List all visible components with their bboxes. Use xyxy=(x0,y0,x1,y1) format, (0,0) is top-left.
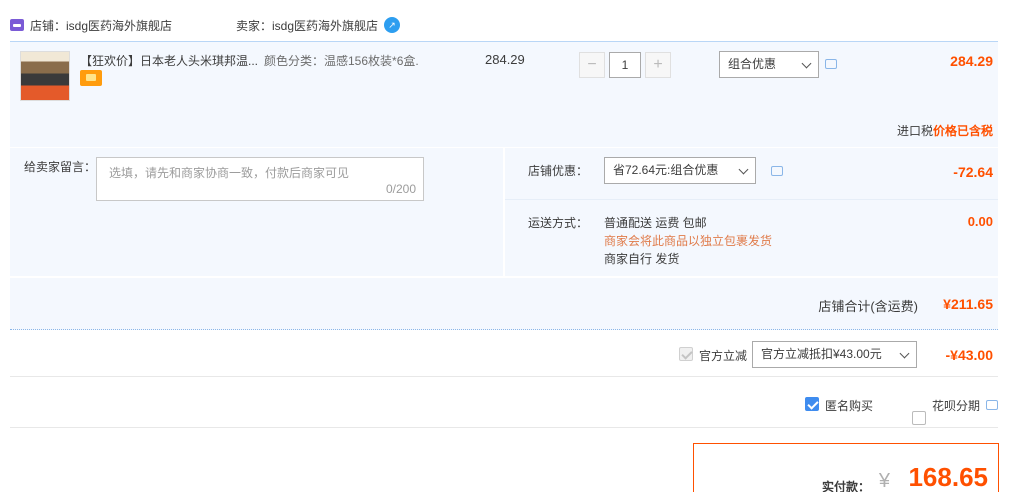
shop-name-link[interactable]: isdg医药海外旗舰店 xyxy=(66,17,172,34)
message-bubble-icon[interactable] xyxy=(986,400,998,410)
shop-promo-amount: -72.64 xyxy=(953,164,993,180)
quantity-input[interactable]: 1 xyxy=(609,52,641,78)
divider xyxy=(505,199,998,200)
official-discount-row: 官方立减 官方立减抵扣¥43.00元 -¥43.00 xyxy=(10,335,998,377)
payment-total-box: 实付款： ¥ 168.65 xyxy=(693,443,999,492)
shop-subtotal-label: 店铺合计(含运费) xyxy=(818,299,918,314)
quantity-increase-button[interactable]: + xyxy=(645,52,671,78)
wangwang-chat-icon[interactable]: ↗ xyxy=(384,17,401,33)
purchase-options-row: 匿名购买 花呗分期 xyxy=(10,380,998,428)
currency-symbol: ¥ xyxy=(878,470,890,492)
huabei-installment-label[interactable]: 花呗分期 xyxy=(932,397,980,414)
seller-info: 卖家： isdg医药海外旗舰店 ↗ xyxy=(236,14,401,36)
shop-subtotal-value: ¥211.65 xyxy=(943,296,993,312)
shop-label: 店铺： xyxy=(30,18,67,33)
import-tax-label: 进口税 xyxy=(896,124,933,138)
shop-promo-label: 店铺优惠： xyxy=(528,164,589,178)
message-bubble-icon[interactable] xyxy=(771,166,783,176)
payment-total-amount: 168.65 xyxy=(908,462,988,492)
quantity-stepper: − 1 + xyxy=(579,52,671,80)
seller-message-placeholder: 选填，请先和商家协商一致，付款后商家可见 xyxy=(109,166,350,180)
official-discount-label: 官方立减 xyxy=(699,349,748,363)
seller-message-textarea[interactable]: 选填，请先和商家协商一致，付款后商家可见 0/200 xyxy=(96,157,424,201)
anonymous-purchase-checkbox[interactable] xyxy=(805,397,819,411)
huabei-installment-checkbox[interactable] xyxy=(912,411,926,425)
quantity-decrease-button[interactable]: − xyxy=(579,52,605,78)
shop-icon xyxy=(10,19,24,31)
seller-message-char-count: 0/200 xyxy=(385,182,416,196)
official-discount-select-value: 官方立减抵扣¥43.00元 xyxy=(761,347,882,361)
shipping-label: 运送方式： xyxy=(528,216,589,230)
anonymous-purchase-label[interactable]: 匿名购买 xyxy=(825,397,873,414)
seller-message-section: 给卖家留言： 选填，请先和商家协商一致，付款后商家可见 0/200 xyxy=(10,148,503,276)
shipping-note: 商家会将此商品以独立包裹发货 xyxy=(604,234,773,248)
seller-name-link[interactable]: isdg医药海外旗舰店 xyxy=(272,17,378,34)
import-tax-value: 价格已含税 xyxy=(932,124,993,138)
payment-total-label: 实付款： xyxy=(821,480,870,492)
item-total-price: 284.29 xyxy=(950,53,993,69)
shop-promo-select[interactable]: 省72.64元:组合优惠 xyxy=(604,157,756,184)
product-thumbnail[interactable] xyxy=(20,51,70,101)
shipping-method: 普通配送 运费 包邮 xyxy=(604,216,707,230)
shop-promo-select-value: 省72.64元:组合优惠 xyxy=(613,163,719,177)
shipping-dispatch: 商家自行 发货 xyxy=(604,252,680,266)
shop-subtotal-bar: 店铺合计(含运费) ¥211.65 xyxy=(10,278,998,330)
chevron-down-icon xyxy=(738,164,749,175)
seller-message-label: 给卖家留言： xyxy=(24,160,97,174)
chevron-down-icon xyxy=(899,348,910,359)
shop-header: 店铺： isdg医药海外旗舰店 xyxy=(10,14,172,36)
product-sku: 颜色分类：温感156枚装*6盒. xyxy=(264,54,419,68)
message-bubble-icon[interactable] xyxy=(825,59,837,69)
official-discount-select[interactable]: 官方立减抵扣¥43.00元 xyxy=(752,341,917,368)
official-discount-amount: -¥43.00 xyxy=(945,347,993,363)
item-promo-select[interactable]: 组合优惠 xyxy=(719,51,819,78)
shipping-fee: 0.00 xyxy=(967,214,993,229)
unit-price: 284.29 xyxy=(485,52,525,67)
official-discount-checkbox[interactable] xyxy=(679,347,693,361)
chevron-down-icon xyxy=(801,58,812,69)
product-title-link[interactable]: 【狂欢价】日本老人头米琪邦温... xyxy=(80,52,260,69)
item-promo-select-value: 组合优惠 xyxy=(728,57,777,71)
promo-card-icon xyxy=(80,70,102,86)
order-item: 【狂欢价】日本老人头米琪邦温... 颜色分类：温感156枚装*6盒. 284.2… xyxy=(10,41,998,147)
seller-label: 卖家： xyxy=(236,18,273,33)
shop-promo-section: 店铺优惠： 省72.64元:组合优惠 -72.64 运送方式： 普通配送 运费 … xyxy=(505,148,998,276)
